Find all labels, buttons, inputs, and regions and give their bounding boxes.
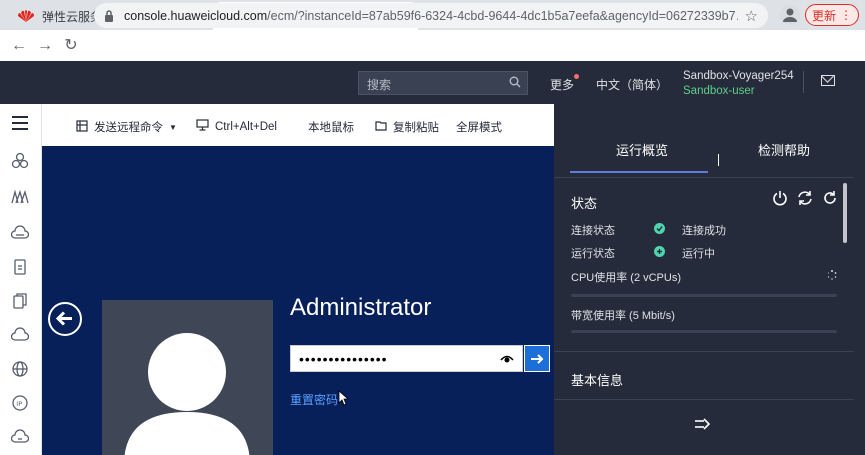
url-host: console.huaweicloud.com [124, 8, 268, 23]
forward-icon[interactable]: → [32, 33, 58, 59]
connection-status-value: 连接成功 [682, 225, 726, 237]
panel-footer [554, 399, 854, 455]
cpu-usage-bar [571, 294, 837, 297]
ctrl-alt-del-button[interactable]: Ctrl+Alt+Del [196, 119, 277, 134]
files-icon[interactable] [11, 292, 29, 310]
restart-icon[interactable] [797, 190, 813, 206]
url-text: console.huaweicloud.com/ecm/?instanceId=… [124, 9, 738, 23]
run-status-label: 运行状态 [571, 248, 615, 260]
lock-icon [104, 9, 114, 22]
fullscreen-button[interactable]: 全屏模式 [456, 119, 502, 135]
login-username: Administrator [290, 294, 432, 321]
local-mouse-button[interactable]: 本地鼠标 [308, 119, 354, 135]
update-label: 更新 [811, 8, 836, 23]
user-avatar [102, 300, 273, 455]
running-icon [654, 246, 665, 257]
menu-icon[interactable] [12, 116, 28, 130]
globe-icon[interactable] [11, 360, 29, 378]
active-tab-indicator [570, 171, 708, 173]
cloud-link-icon[interactable] [10, 428, 30, 446]
tab-divider [554, 177, 854, 178]
back-icon[interactable]: ← [6, 33, 32, 59]
mail-icon[interactable] [821, 75, 835, 86]
command-icon [76, 119, 88, 135]
cpu-usage-label: CPU使用率 (2 vCPUs) [571, 272, 682, 284]
copy-paste-button[interactable]: 复制粘贴 [375, 119, 439, 135]
collapse-panel-icon[interactable] [694, 418, 711, 433]
loading-spinner-icon [827, 269, 837, 283]
connection-status-label: 连接状态 [571, 225, 615, 237]
mountain-icon[interactable] [11, 188, 29, 206]
search-placeholder: 搜索 [367, 78, 392, 92]
account-name: Sandbox-Voyager254 [683, 70, 794, 82]
remote-desktop-screen[interactable]: Administrator ••••••••••••••• 重置密码 [42, 146, 554, 455]
mouse-cursor-icon [338, 390, 350, 409]
language-selector[interactable]: 中文（简体） [596, 76, 668, 93]
check-circle-icon [654, 223, 665, 234]
more-menu[interactable]: 更多 [550, 74, 580, 93]
arrow-right-icon [531, 353, 544, 364]
instance-side-panel: 运行概览 检测帮助 状态 连接状态 连接成功 运行状态 运行中 CPU使用率 (… [554, 104, 865, 455]
huawei-logo-icon [18, 10, 34, 22]
url-path: /ecm/?instanceId=87ab59f6-6324-4cbd-9644… [267, 8, 738, 23]
svg-text:IP: IP [16, 400, 22, 408]
basic-info-title: 基本信息 [571, 373, 624, 388]
bandwidth-usage-label: 带宽使用率 (5 Mbit/s) [571, 310, 675, 322]
reset-password-link[interactable]: 重置密码 [290, 391, 338, 408]
send-command-menu[interactable]: 发送远程命令 ▼ [76, 119, 177, 135]
cloud-storage-icon[interactable] [10, 224, 30, 242]
bandwidth-usage-bar [571, 330, 837, 333]
password-value: ••••••••••••••• [299, 350, 388, 367]
search-icon[interactable] [509, 76, 521, 91]
account-menu[interactable]: Sandbox-Voyager254 Sandbox-user [683, 69, 794, 99]
address-bar[interactable]: console.huaweicloud.com/ecm/?instanceId=… [94, 3, 768, 28]
remote-console-toolbar: 发送远程命令 ▼ Ctrl+Alt+Del 本地鼠标 复制粘贴 全屏模式 [42, 104, 554, 146]
more-label: 更多 [550, 78, 575, 92]
account-subtitle: Sandbox-user [683, 85, 755, 97]
service-sidebar: IP [0, 104, 42, 455]
cloud-icon[interactable] [10, 326, 30, 344]
reveal-password-icon[interactable] [500, 352, 514, 366]
console-header: 搜索 更多 中文（简体） Sandbox-Voyager254 Sandbox-… [0, 61, 865, 104]
document-icon[interactable] [11, 258, 29, 276]
tab-overview[interactable]: 运行概览 [616, 140, 668, 159]
panel-scrollbar[interactable] [843, 183, 847, 243]
section-divider [554, 351, 854, 352]
bookmark-star-icon[interactable]: ☆ [738, 7, 758, 25]
notification-dot [574, 74, 580, 79]
ctrl-alt-del-label: Ctrl+Alt+Del [215, 120, 277, 133]
refresh-icon[interactable] [822, 190, 838, 206]
monitor-icon [196, 119, 209, 134]
console-search-input[interactable]: 搜索 [358, 71, 528, 95]
browser-update-button[interactable]: 更新 ⋮ [805, 4, 859, 26]
local-mouse-label: 本地鼠标 [308, 122, 354, 134]
run-status-value: 运行中 [682, 248, 715, 260]
submit-arrow-button[interactable] [524, 345, 550, 372]
status-section-title: 状态 [571, 196, 598, 211]
ip-icon[interactable]: IP [11, 394, 29, 412]
tab-diagnostics-help[interactable]: 检测帮助 [758, 140, 810, 159]
profile-avatar[interactable] [780, 5, 800, 25]
status-actions [772, 190, 838, 206]
copy-paste-label: 复制粘贴 [393, 122, 439, 134]
back-arrow-icon[interactable] [48, 302, 82, 336]
fullscreen-label: 全屏模式 [456, 122, 502, 134]
reload-icon[interactable]: ↻ [58, 33, 84, 59]
folder-icon [375, 120, 387, 134]
send-command-label: 发送远程命令 [94, 122, 163, 134]
power-icon[interactable] [772, 190, 788, 206]
password-input[interactable]: ••••••••••••••• [290, 345, 523, 372]
browser-toolbar: ← → ↻ [0, 30, 865, 61]
header-divider [803, 71, 804, 93]
caret-down-icon: ▼ [169, 122, 177, 132]
more-vert-icon: ⋮ [840, 8, 852, 22]
cluster-icon[interactable] [11, 152, 29, 170]
tab-separator [718, 154, 719, 166]
